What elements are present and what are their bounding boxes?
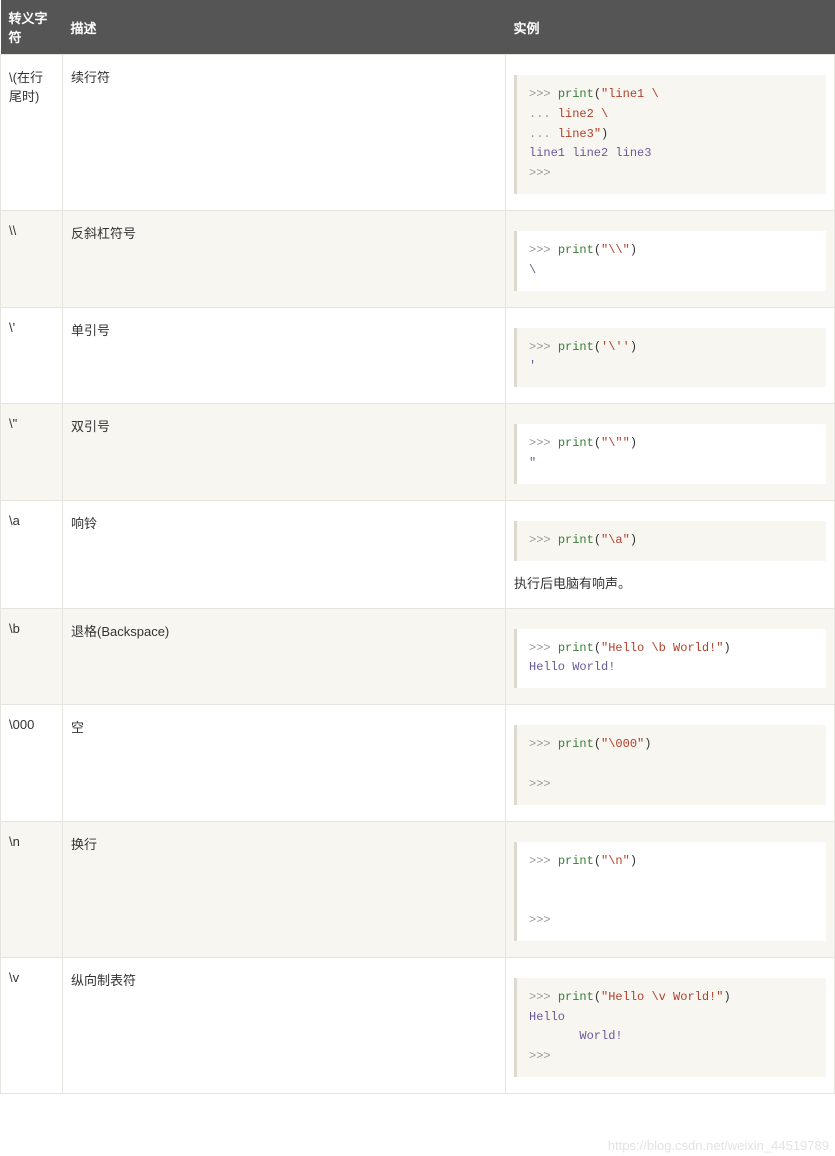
code-block: >>> print("\\") \ bbox=[514, 231, 826, 291]
table-row: \v纵向制表符>>> print("Hello \v World!") Hell… bbox=[1, 957, 835, 1093]
cell-example: >>> print("Hello \v World!") Hello World… bbox=[506, 957, 835, 1093]
cell-escape: \(在行尾时) bbox=[1, 55, 63, 211]
table-row: \b退格(Backspace)>>> print("Hello \b World… bbox=[1, 608, 835, 705]
table-row: \(在行尾时)续行符>>> print("line1 \ ... line2 \… bbox=[1, 55, 835, 211]
cell-desc: 空 bbox=[63, 705, 506, 821]
cell-escape: \000 bbox=[1, 705, 63, 821]
cell-desc: 退格(Backspace) bbox=[63, 608, 506, 705]
cell-example: >>> print("\n") >>> bbox=[506, 821, 835, 957]
cell-escape: \' bbox=[1, 307, 63, 404]
code-block: >>> print("\a") bbox=[514, 521, 826, 561]
cell-escape: \n bbox=[1, 821, 63, 957]
example-note: 执行后电脑有响声。 bbox=[514, 573, 826, 592]
cell-desc: 双引号 bbox=[63, 404, 506, 501]
cell-desc: 续行符 bbox=[63, 55, 506, 211]
cell-example: >>> print("\a") 执行后电脑有响声。 bbox=[506, 500, 835, 608]
cell-escape: \\ bbox=[1, 210, 63, 307]
cell-desc: 纵向制表符 bbox=[63, 957, 506, 1093]
cell-example: >>> print("Hello \b World!") Hello World… bbox=[506, 608, 835, 705]
escape-char-table: 转义字符 描述 实例 \(在行尾时)续行符>>> print("line1 \ … bbox=[0, 0, 835, 1094]
cell-example: >>> print('\'') ' bbox=[506, 307, 835, 404]
table-row: \\反斜杠符号>>> print("\\") \ bbox=[1, 210, 835, 307]
header-desc: 描述 bbox=[63, 0, 506, 55]
cell-escape: \b bbox=[1, 608, 63, 705]
cell-desc: 响铃 bbox=[63, 500, 506, 608]
table-row: \n换行>>> print("\n") >>> bbox=[1, 821, 835, 957]
header-example: 实例 bbox=[506, 0, 835, 55]
cell-example: >>> print("\000") >>> bbox=[506, 705, 835, 821]
cell-escape: \v bbox=[1, 957, 63, 1093]
cell-escape: \" bbox=[1, 404, 63, 501]
code-block: >>> print("line1 \ ... line2 \ ... line3… bbox=[514, 75, 826, 194]
code-block: >>> print("\000") >>> bbox=[514, 725, 826, 804]
cell-example: >>> print("\"") " bbox=[506, 404, 835, 501]
table-row: \"双引号>>> print("\"") " bbox=[1, 404, 835, 501]
cell-example: >>> print("\\") \ bbox=[506, 210, 835, 307]
cell-escape: \a bbox=[1, 500, 63, 608]
table-row: \'单引号>>> print('\'') ' bbox=[1, 307, 835, 404]
table-row: \a响铃>>> print("\a") 执行后电脑有响声。 bbox=[1, 500, 835, 608]
watermark-text: https://blog.csdn.net/weixin_44519789 bbox=[608, 1138, 829, 1153]
cell-desc: 反斜杠符号 bbox=[63, 210, 506, 307]
header-escape: 转义字符 bbox=[1, 0, 63, 55]
cell-desc: 单引号 bbox=[63, 307, 506, 404]
code-block: >>> print("Hello \v World!") Hello World… bbox=[514, 978, 826, 1077]
cell-example: >>> print("line1 \ ... line2 \ ... line3… bbox=[506, 55, 835, 211]
code-block: >>> print("\"") " bbox=[514, 424, 826, 484]
table-row: \000空>>> print("\000") >>> bbox=[1, 705, 835, 821]
cell-desc: 换行 bbox=[63, 821, 506, 957]
code-block: >>> print("\n") >>> bbox=[514, 842, 826, 941]
code-block: >>> print("Hello \b World!") Hello World… bbox=[514, 629, 826, 689]
table-header-row: 转义字符 描述 实例 bbox=[1, 0, 835, 55]
code-block: >>> print('\'') ' bbox=[514, 328, 826, 388]
